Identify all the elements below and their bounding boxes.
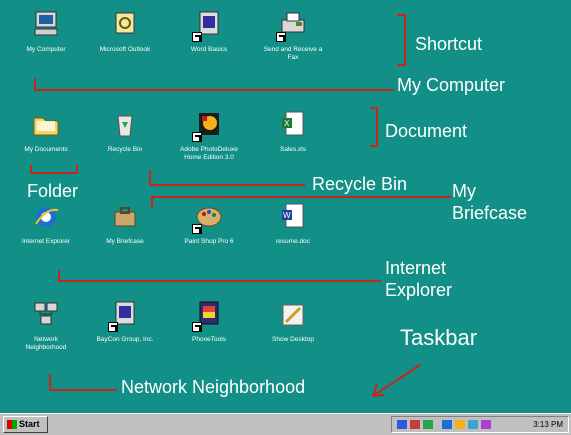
annotation-line — [30, 165, 32, 174]
annotation-line — [376, 107, 378, 147]
desktop: My Computer Microsoft Outlook Word Basic… — [0, 0, 571, 413]
icon-label: Network Neighborhood — [25, 336, 67, 351]
desktop-icon-internet-explorer[interactable]: Internet Explorer — [5, 200, 87, 246]
desktop-icon-my-briefcase[interactable]: My Briefcase — [84, 200, 166, 246]
shortcut-arrow-icon — [192, 322, 202, 332]
tray-display-icon[interactable] — [468, 420, 478, 429]
desktop-icon-microsoft-outlook[interactable]: Microsoft Outlook — [84, 8, 166, 54]
desktop-icon-word-basics[interactable]: Word Basics — [168, 8, 250, 54]
shortcut-arrow-icon — [108, 322, 118, 332]
annotation-line — [151, 196, 451, 198]
network-icon — [29, 298, 63, 332]
shortcut-arrow-icon — [192, 224, 202, 234]
desktop-icon-sales-xls[interactable]: X Sales.xls — [252, 108, 334, 154]
annotation-internet-explorer: Internet Explorer — [385, 258, 453, 300]
icon-label: My Computer — [26, 46, 66, 53]
computer-icon — [29, 8, 63, 42]
internet-explorer-icon — [29, 200, 63, 234]
annotation-my-briefcase: My Briefcase — [452, 181, 528, 223]
icon-label: My Documents — [24, 146, 68, 153]
desktop-icon-network-neighborhood[interactable]: Network Neighborhood — [5, 298, 87, 352]
tray-network-icon[interactable] — [410, 420, 420, 429]
tray-printer-icon[interactable] — [423, 420, 433, 429]
fax-icon — [276, 8, 310, 42]
shortcut-arrow-icon — [192, 132, 202, 142]
photodeluxe-icon — [192, 108, 226, 142]
annotation-line — [49, 389, 117, 391]
icon-label: Microsoft Outlook — [99, 46, 151, 53]
start-label: Start — [19, 419, 40, 429]
annotation-line — [149, 170, 151, 186]
annotation-folder: Folder — [27, 181, 79, 201]
icon-label: Adobe PhotoDeluxe Home Edition 3.0 — [180, 146, 238, 161]
word-basics-icon — [192, 8, 226, 42]
annotation-line — [397, 14, 406, 16]
annotation-line — [49, 374, 51, 391]
icon-label: Send and Receive a Fax — [263, 46, 323, 61]
recycle-bin-icon — [108, 108, 142, 142]
svg-text:X: X — [284, 119, 290, 128]
baycon-icon — [108, 298, 142, 332]
icon-label: PhoneTools — [192, 336, 226, 343]
desktop-icon-baycon-group[interactable]: BayCon Group, Inc. — [84, 298, 166, 344]
icon-label: Word Basics — [190, 46, 228, 53]
outlook-icon — [108, 8, 142, 42]
desktop-icon-my-computer[interactable]: My Computer — [5, 8, 87, 54]
taskbar-arrow-icon — [372, 364, 421, 397]
annotation-line — [397, 64, 406, 66]
annotation-line — [30, 172, 78, 174]
tray-scheduler-icon[interactable] — [455, 420, 465, 429]
desktop-icon-my-documents[interactable]: My Documents — [5, 108, 87, 154]
windows-logo-icon — [7, 420, 17, 429]
icon-label: resume.doc — [276, 238, 310, 245]
taskbar-clock: 3:13 PM — [533, 420, 563, 429]
annotation-line — [149, 184, 305, 186]
icon-label: My Briefcase — [106, 238, 144, 245]
icon-label: Show Desktop — [272, 336, 314, 343]
start-button[interactable]: Start — [3, 416, 48, 433]
annotation-document: Document — [385, 121, 468, 141]
desktop-icon-resume-doc[interactable]: W resume.doc — [252, 200, 334, 246]
word-document-icon: W — [276, 200, 310, 234]
icon-label: Sales.xls — [279, 146, 306, 153]
annotation-line — [34, 78, 36, 91]
desktop-icon-recycle-bin[interactable]: Recycle Bin — [84, 108, 166, 154]
desktop-icon-send-receive-fax[interactable]: Send and Receive a Fax — [252, 8, 334, 62]
desktop-icon-show-desktop[interactable]: Show Desktop — [252, 298, 334, 344]
shortcut-arrow-icon — [192, 32, 202, 42]
tray-volume-icon[interactable] — [397, 420, 407, 429]
annotation-line — [370, 145, 378, 147]
taskbar: Start 3:13 PM — [0, 413, 571, 435]
excel-document-icon: X — [276, 108, 310, 142]
annotation-line — [76, 165, 78, 174]
annotation-line — [58, 280, 381, 282]
annotation-line — [370, 107, 378, 109]
annotation-line — [404, 14, 406, 66]
briefcase-icon — [108, 200, 142, 234]
desktop-icon-paint-shop-pro[interactable]: Paint Shop Pro 6 — [168, 200, 250, 246]
annotation-recycle-bin: Recycle Bin — [312, 174, 408, 194]
tray-app-icon[interactable] — [481, 420, 491, 429]
folder-icon — [29, 108, 63, 142]
annotation-network-neighborhood: Network Neighborhood — [121, 377, 306, 397]
shortcut-arrow-icon — [276, 32, 286, 42]
svg-text:W: W — [283, 211, 291, 220]
annotation-line — [34, 89, 394, 91]
annotation-taskbar: Taskbar — [400, 325, 478, 350]
icon-label: Recycle Bin — [107, 146, 143, 153]
annotation-line — [58, 270, 60, 282]
paint-palette-icon — [192, 200, 226, 234]
show-desktop-icon — [276, 298, 310, 332]
annotation-shortcut: Shortcut — [415, 34, 483, 54]
annotation-line — [151, 196, 153, 208]
icon-label: Internet Explorer — [21, 238, 71, 245]
system-tray: 3:13 PM — [391, 416, 569, 433]
tray-connection-icon[interactable] — [442, 420, 452, 429]
icon-label: Paint Shop Pro 6 — [184, 238, 234, 245]
icon-label: BayCon Group, Inc. — [96, 336, 154, 343]
annotation-my-computer: My Computer — [397, 75, 506, 95]
desktop-icon-phonetools[interactable]: PhoneTools — [168, 298, 250, 344]
phonetools-icon — [192, 298, 226, 332]
desktop-icon-adobe-photodeluxe[interactable]: Adobe PhotoDeluxe Home Edition 3.0 — [168, 108, 250, 162]
